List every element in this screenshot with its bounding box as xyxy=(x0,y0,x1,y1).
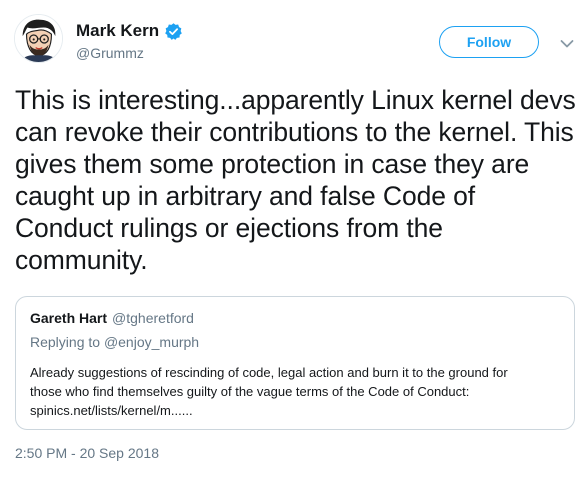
chevron-down-icon[interactable] xyxy=(560,36,574,48)
quoted-author-handle: @tgheretford xyxy=(112,310,194,326)
quoted-tweet[interactable]: Gareth Hart @tgheretford Replying to @en… xyxy=(15,296,575,430)
quoted-tweet-body: Already suggestions of rescinding of cod… xyxy=(30,363,560,420)
quoted-author-name: Gareth Hart xyxy=(30,310,108,326)
tweet-text: This is interesting...apparently Linux k… xyxy=(15,85,576,275)
quoted-replying-to: Replying to @enjoy_murph xyxy=(30,334,199,350)
tweet-card: Mark Kern @Grummz Follow This is interes… xyxy=(0,0,586,487)
quoted-body-line: Already suggestions of rescinding of cod… xyxy=(30,365,508,380)
quoted-tweet-header: Gareth Hart @tgheretford xyxy=(30,310,194,326)
replying-prefix: Replying to xyxy=(30,334,101,350)
follow-button[interactable]: Follow xyxy=(439,26,539,58)
tweet-timestamp[interactable]: 2:50 PM - 20 Sep 2018 xyxy=(15,445,159,461)
verified-badge-icon xyxy=(164,22,183,41)
replying-to-handle[interactable]: @enjoy_murph xyxy=(104,334,199,350)
quoted-body-link[interactable]: spinics.net/lists/kernel/m...... xyxy=(30,401,560,420)
author-handle[interactable]: @Grummz xyxy=(76,45,144,61)
author-name-row: Mark Kern xyxy=(76,20,183,42)
avatar[interactable] xyxy=(14,14,63,63)
author-name[interactable]: Mark Kern xyxy=(76,21,159,41)
quoted-body-line: those who find themselves guilty of the … xyxy=(30,384,470,399)
cartoon-face-avatar-icon xyxy=(15,15,62,62)
